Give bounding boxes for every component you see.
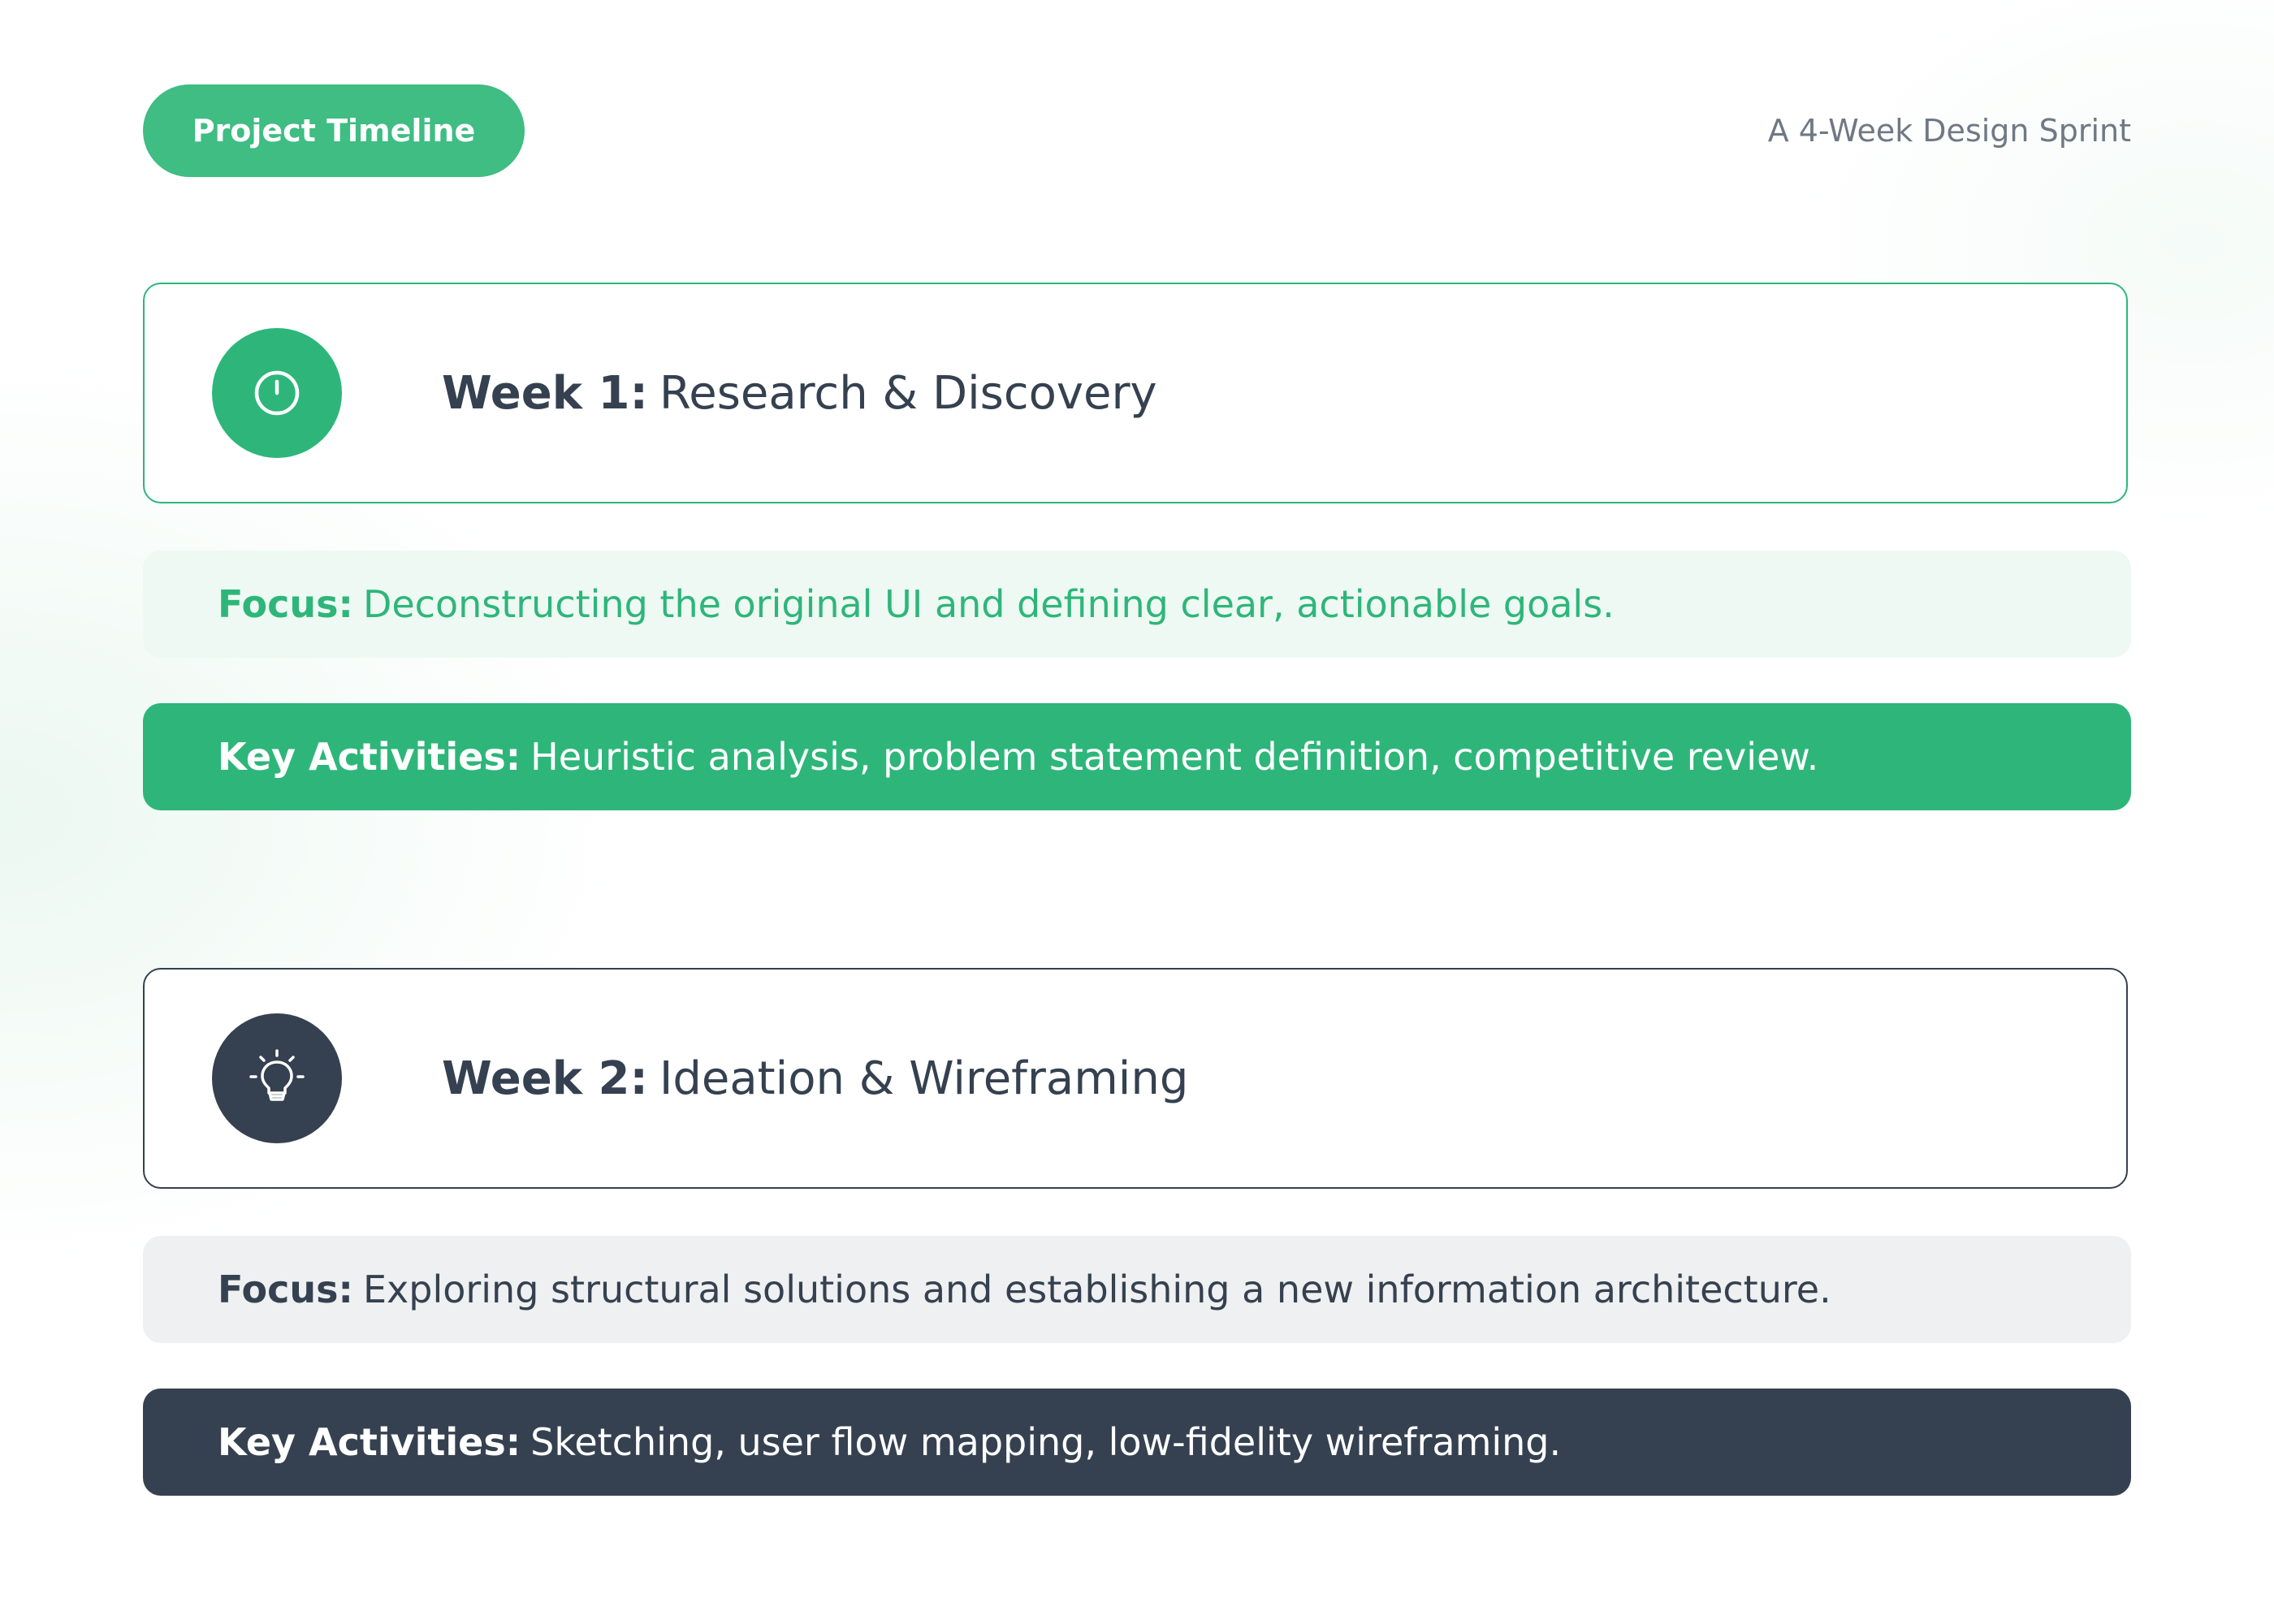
- week-2-focus-text: Exploring structural solutions and estab…: [362, 1268, 1831, 1311]
- week-2-activities-text: Sketching, user flow mapping, low-fideli…: [530, 1420, 1562, 1464]
- week-2-icon-badge: [212, 1013, 342, 1143]
- project-timeline-badge: Project Timeline: [143, 84, 525, 177]
- week-2-label: Week 2:: [442, 1052, 648, 1105]
- week-1-focus-label: Focus:: [218, 582, 353, 626]
- week-2-activities-label: Key Activities:: [218, 1420, 521, 1464]
- week-1-activities-text: Heuristic analysis, problem statement de…: [530, 735, 1819, 779]
- week-1-focus: Focus: Deconstructing the original UI an…: [143, 551, 2131, 658]
- week-2-activities: Key Activities: Sketching, user flow map…: [143, 1389, 2131, 1496]
- week-1-icon-badge: [212, 328, 342, 458]
- week-2-card: Week 2: Ideation & Wireframing: [143, 968, 2128, 1189]
- week-1-activities: Key Activities: Heuristic analysis, prob…: [143, 703, 2131, 810]
- week-1-card: Week 1: Research & Discovery: [143, 283, 2128, 503]
- power-icon: [254, 370, 300, 416]
- week-2-title: Week 2: Ideation & Wireframing: [442, 970, 1188, 1187]
- week-2-name: Ideation & Wireframing: [659, 1052, 1189, 1105]
- week-1-title: Week 1: Research & Discovery: [442, 284, 1157, 502]
- week-2-focus-label: Focus:: [218, 1268, 353, 1311]
- week-1-label: Week 1:: [442, 366, 648, 420]
- page-header: Project Timeline A 4-Week Design Sprint: [143, 84, 2131, 177]
- week-1-activities-label: Key Activities:: [218, 735, 521, 779]
- week-2-focus: Focus: Exploring structural solutions an…: [143, 1236, 2131, 1343]
- background-tint: [0, 0, 2274, 1624]
- week-1-name: Research & Discovery: [659, 366, 1157, 420]
- page-subtitle: A 4-Week Design Sprint: [1767, 113, 2131, 149]
- lightbulb-icon: [249, 1049, 305, 1101]
- week-1-focus-text: Deconstructing the original UI and defin…: [362, 582, 1615, 626]
